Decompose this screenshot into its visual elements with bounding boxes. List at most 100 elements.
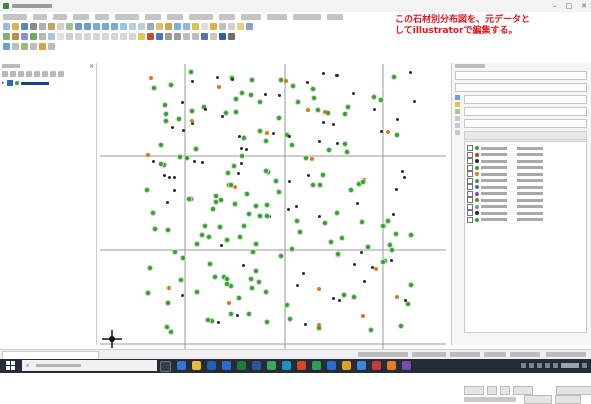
zoom-in-icon[interactable]	[75, 22, 82, 30]
open-project-icon[interactable]	[12, 22, 19, 30]
add-wms-icon[interactable]	[39, 32, 46, 40]
tray-icon[interactable]	[537, 363, 542, 368]
menu-item[interactable]	[167, 14, 183, 20]
deselect-icon[interactable]	[201, 22, 208, 30]
add-polygon-layer-icon[interactable]	[39, 42, 46, 50]
menu-item[interactable]	[53, 14, 67, 20]
category-checkbox[interactable]	[467, 184, 473, 190]
annotation-icon[interactable]	[246, 22, 253, 30]
renderer-type-select[interactable]	[455, 83, 587, 92]
category-checkbox[interactable]	[467, 203, 473, 210]
category-checkbox[interactable]	[467, 197, 473, 203]
zoom-last-icon[interactable]	[129, 22, 136, 30]
category-row[interactable]	[467, 171, 543, 177]
category-row[interactable]	[467, 164, 543, 171]
category-symbol-icon[interactable]	[475, 165, 479, 170]
filter-legend-icon[interactable]	[26, 71, 32, 77]
save-project-icon[interactable]	[21, 22, 28, 30]
zoom-full-icon[interactable]	[93, 22, 100, 30]
tray-icon[interactable]	[521, 363, 526, 368]
store-icon[interactable]	[207, 361, 216, 370]
app-icon[interactable]	[342, 361, 351, 370]
expression-filter-icon[interactable]	[34, 71, 40, 77]
zoom-layer-icon[interactable]	[111, 22, 118, 30]
category-checkbox[interactable]	[467, 171, 473, 177]
vertex-tool-icon[interactable]	[93, 32, 100, 40]
history-tab-icon[interactable]	[455, 130, 460, 135]
category-row[interactable]	[467, 158, 543, 164]
apply-button[interactable]	[555, 395, 581, 404]
layer-selector[interactable]	[455, 71, 587, 80]
advanced-button[interactable]	[556, 386, 591, 395]
windows-start-icon[interactable]	[6, 361, 15, 370]
symbology-tab-icon[interactable]	[455, 95, 460, 100]
menu-item[interactable]	[73, 14, 89, 20]
add-raster-layer-icon[interactable]	[12, 32, 19, 40]
dropdown-icon[interactable]	[12, 42, 19, 50]
pan-to-selection-icon[interactable]	[66, 22, 73, 30]
add-wfs-icon[interactable]	[48, 32, 55, 40]
category-row[interactable]	[467, 197, 543, 203]
layout-manager-icon[interactable]	[39, 22, 46, 30]
scale-select[interactable]	[412, 352, 446, 357]
add-category-button[interactable]	[487, 386, 497, 395]
menu-item[interactable]	[219, 14, 235, 20]
symbol-preview[interactable]	[464, 107, 587, 116]
open-layer-styling-icon[interactable]	[2, 71, 8, 77]
qgis-taskbar-icon[interactable]	[267, 361, 276, 370]
pan-icon[interactable]	[57, 22, 64, 30]
category-checkbox[interactable]	[467, 216, 473, 223]
label-tool-icon[interactable]	[138, 32, 145, 40]
new-project-icon[interactable]	[3, 22, 10, 30]
crs-indicator[interactable]	[546, 352, 586, 357]
delete-selected-icon[interactable]	[102, 32, 109, 40]
close-panel-icon[interactable]: ✕	[89, 63, 94, 70]
app-icon[interactable]	[327, 361, 336, 370]
classify-button[interactable]	[464, 386, 484, 395]
add-group-icon[interactable]	[10, 71, 16, 77]
category-symbol-icon[interactable]	[475, 172, 479, 176]
show-hide-labels-icon[interactable]	[165, 32, 172, 40]
dropdown-icon[interactable]	[30, 42, 37, 50]
zoom-native-icon[interactable]	[120, 22, 127, 30]
category-row[interactable]	[467, 177, 543, 184]
layer-visibility-checkbox[interactable]	[6, 80, 13, 86]
print-layout-icon[interactable]	[30, 22, 37, 30]
category-row[interactable]	[467, 145, 543, 151]
help-icon[interactable]	[219, 32, 226, 40]
category-checkbox[interactable]	[467, 210, 473, 216]
rotation-field[interactable]	[484, 352, 506, 357]
color-ramp-select[interactable]	[464, 119, 587, 128]
manage-visibility-icon[interactable]	[18, 71, 24, 77]
app-icon[interactable]	[357, 361, 366, 370]
field-calculator-icon[interactable]	[210, 22, 217, 30]
edge-icon[interactable]	[177, 361, 186, 370]
close-button[interactable]: ✕	[581, 1, 587, 11]
style-manager-icon[interactable]	[48, 22, 55, 30]
new-map-view-icon[interactable]	[147, 22, 154, 30]
menu-item[interactable]	[145, 14, 161, 20]
category-symbol-icon[interactable]	[475, 211, 479, 215]
app-icon[interactable]	[297, 361, 306, 370]
category-symbol-icon[interactable]	[475, 198, 479, 202]
category-symbol-icon[interactable]	[475, 204, 479, 209]
statistics-icon[interactable]	[219, 22, 226, 30]
category-row[interactable]	[467, 184, 543, 190]
python-console-icon[interactable]	[201, 32, 208, 40]
category-row[interactable]	[467, 216, 543, 223]
menu-item[interactable]	[3, 14, 27, 20]
overflow-icon[interactable]	[228, 32, 235, 40]
maximize-button[interactable]: □	[566, 1, 573, 11]
category-checkbox[interactable]	[467, 164, 473, 171]
live-update-checkbox[interactable]	[524, 395, 552, 404]
notification-icon[interactable]	[582, 363, 587, 368]
category-row[interactable]	[467, 190, 543, 197]
diagrams-tab-icon[interactable]	[455, 116, 460, 121]
app-icon[interactable]	[372, 361, 381, 370]
category-row[interactable]	[467, 203, 543, 210]
show-bookmarks-icon[interactable]	[165, 22, 172, 30]
delete-all-button[interactable]	[513, 386, 533, 395]
expand-arrow-icon[interactable]: ▸	[2, 80, 5, 86]
category-symbol-icon[interactable]	[475, 146, 479, 150]
category-symbol-icon[interactable]	[475, 152, 479, 157]
